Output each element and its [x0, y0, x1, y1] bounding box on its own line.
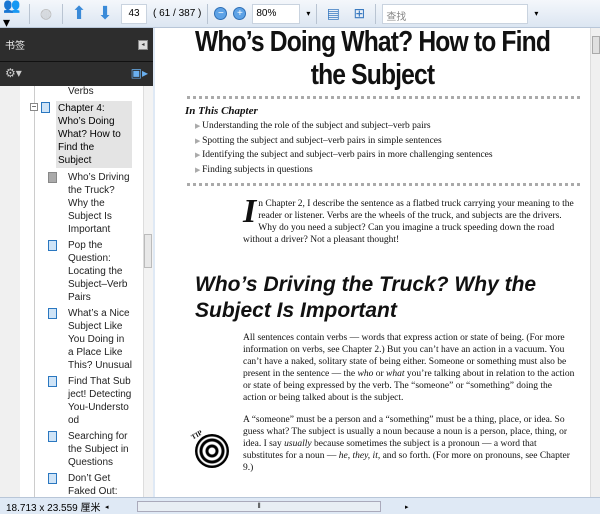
text: he, they, it, [338, 451, 381, 461]
text: usually [284, 439, 312, 449]
scroll-right-icon[interactable]: ▸ [405, 503, 409, 511]
divider [62, 3, 63, 24]
gear-icon[interactable]: ⚙▾ [5, 66, 22, 80]
bookmark-icon [48, 473, 57, 484]
bookmark-label: Who’s Driving the Truck? Why the Subject… [68, 172, 130, 235]
page-number-input[interactable]: 43 [121, 3, 147, 24]
bookmark-item[interactable]: Searching for the Subject in Questions [20, 430, 153, 469]
divider [29, 3, 30, 24]
bookmark-label: Don’t Get Faked Out: Avoiding Fake [68, 473, 118, 497]
text: what [386, 369, 405, 379]
fit-width-icon[interactable]: ▤ [323, 4, 343, 24]
bullet-item: Finding subjects in questions [195, 163, 590, 178]
page-count: ( 61 / 387 ) [153, 8, 202, 19]
panel-title: 书签 [5, 41, 25, 52]
divider [316, 3, 318, 24]
scrollbar-thumb[interactable]: ⦀ [137, 501, 381, 512]
collapse-panel-button[interactable]: ◂ [138, 39, 148, 50]
users-menu-icon[interactable]: 👥▾ [3, 0, 23, 30]
bookmark-item[interactable]: Find That Subject! Detecting You-Underst… [20, 375, 153, 427]
bookmarks-panel: 书签 ◂ ⚙▾ ▣▸ Verbs − Chapter 4: Who’s Doing W… [0, 28, 153, 497]
status-bar: 18.713 x 23.559 厘米 ◂ ⦀ ▸ [0, 497, 600, 514]
paragraph: All sentences contain verbs — words that… [243, 332, 576, 404]
bookmark-label: Find That Subject! Detecting You-Underst… [68, 376, 132, 426]
bookmark-add-icon[interactable]: ▣▸ [131, 66, 148, 80]
bookmark-item[interactable]: What’s a Nice Subject Like You Doing in … [20, 307, 153, 372]
page-size: 18.713 x 23.559 厘米 [6, 502, 101, 514]
tip-target-icon [195, 434, 229, 468]
bullet-item: Spotting the subject and subject–verb pa… [195, 134, 590, 149]
search-input[interactable]: 查找 [382, 3, 529, 24]
globe-icon[interactable]: ◍ [36, 4, 56, 24]
bookmark-item[interactable]: Who’s Driving the Truck? Why the Subject… [20, 171, 153, 236]
chevron-down-icon[interactable]: ▾ [534, 9, 538, 18]
bookmark-icon [48, 431, 57, 442]
document-page: Who’s Doing What? How to Find the Subjec… [155, 28, 590, 497]
text: or [373, 369, 387, 379]
collapse-icon[interactable]: − [30, 103, 38, 111]
bookmark-label: What’s a Nice Subject Like You Doing in … [68, 308, 132, 371]
divider [187, 96, 580, 99]
previous-page-button[interactable]: ⬆ [69, 3, 89, 24]
zoom-in-button[interactable]: + [233, 7, 247, 20]
bookmark-label: Verbs [68, 86, 94, 97]
text: who [357, 369, 374, 379]
zoom-out-button[interactable]: − [214, 7, 228, 20]
bookmark-label: Pop the Question: Locating the Subject–V… [68, 240, 128, 303]
bookmark-label: Chapter 4: Who’s Doing What? How to Find… [56, 101, 132, 168]
paragraph: A “someone” must be a person and a “some… [243, 414, 576, 474]
scrollbar-thumb[interactable] [144, 234, 152, 268]
vertical-scrollbar[interactable] [590, 28, 600, 497]
fit-page-icon[interactable]: ⊞ [349, 4, 369, 24]
divider [375, 3, 377, 24]
in-this-chapter-heading: In This Chapter [185, 105, 258, 117]
bullet-item: Understanding the role of the subject an… [195, 119, 590, 134]
bookmark-icon [48, 240, 57, 251]
scroll-left-icon[interactable]: ◂ [105, 503, 109, 511]
bookmark-item[interactable]: Verbs [20, 86, 153, 98]
bookmark-icon [41, 102, 50, 113]
bullet-item: Identifying the subject and subject–verb… [195, 148, 590, 163]
divider [187, 183, 580, 186]
divider [207, 3, 209, 24]
chapter-title: Who’s Doing What? How to Find the Subjec… [194, 28, 551, 91]
bookmark-item[interactable]: Don’t Get Faked Out: Avoiding Fake [20, 472, 153, 497]
bookmark-icon [48, 172, 57, 183]
bookmark-icon [48, 308, 57, 319]
section-heading: Who’s Driving the Truck? Why the Subject… [195, 273, 537, 322]
bookmark-item[interactable]: Pop the Question: Locating the Subject–V… [20, 239, 153, 304]
bookmark-icon [48, 376, 57, 387]
next-page-button[interactable]: ⬇ [95, 3, 115, 24]
bookmark-label: Searching for the Subject in Questions [68, 431, 129, 468]
horizontal-scrollbar[interactable]: ◂ ⦀ ▸ [105, 501, 425, 512]
chevron-down-icon[interactable]: ▾ [306, 9, 310, 18]
bookmark-tree: Verbs − Chapter 4: Who’s Doing What? How … [0, 86, 153, 497]
zoom-select[interactable]: 80% [252, 3, 301, 24]
scrollbar-thumb[interactable] [592, 36, 600, 54]
bookmark-item-chapter-4[interactable]: − Chapter 4: Who’s Doing What? How to Fin… [20, 101, 153, 168]
toolbar: 👥▾ ◍ ⬆ ⬇ 43 ( 61 / 387 ) − + 80% ▾ ▤ ⊞ 查… [0, 0, 600, 30]
drop-cap: I [243, 193, 257, 230]
intro-paragraph: n Chapter 2, I describe the sentence as … [243, 199, 574, 245]
tree-scrollbar[interactable] [143, 86, 153, 497]
